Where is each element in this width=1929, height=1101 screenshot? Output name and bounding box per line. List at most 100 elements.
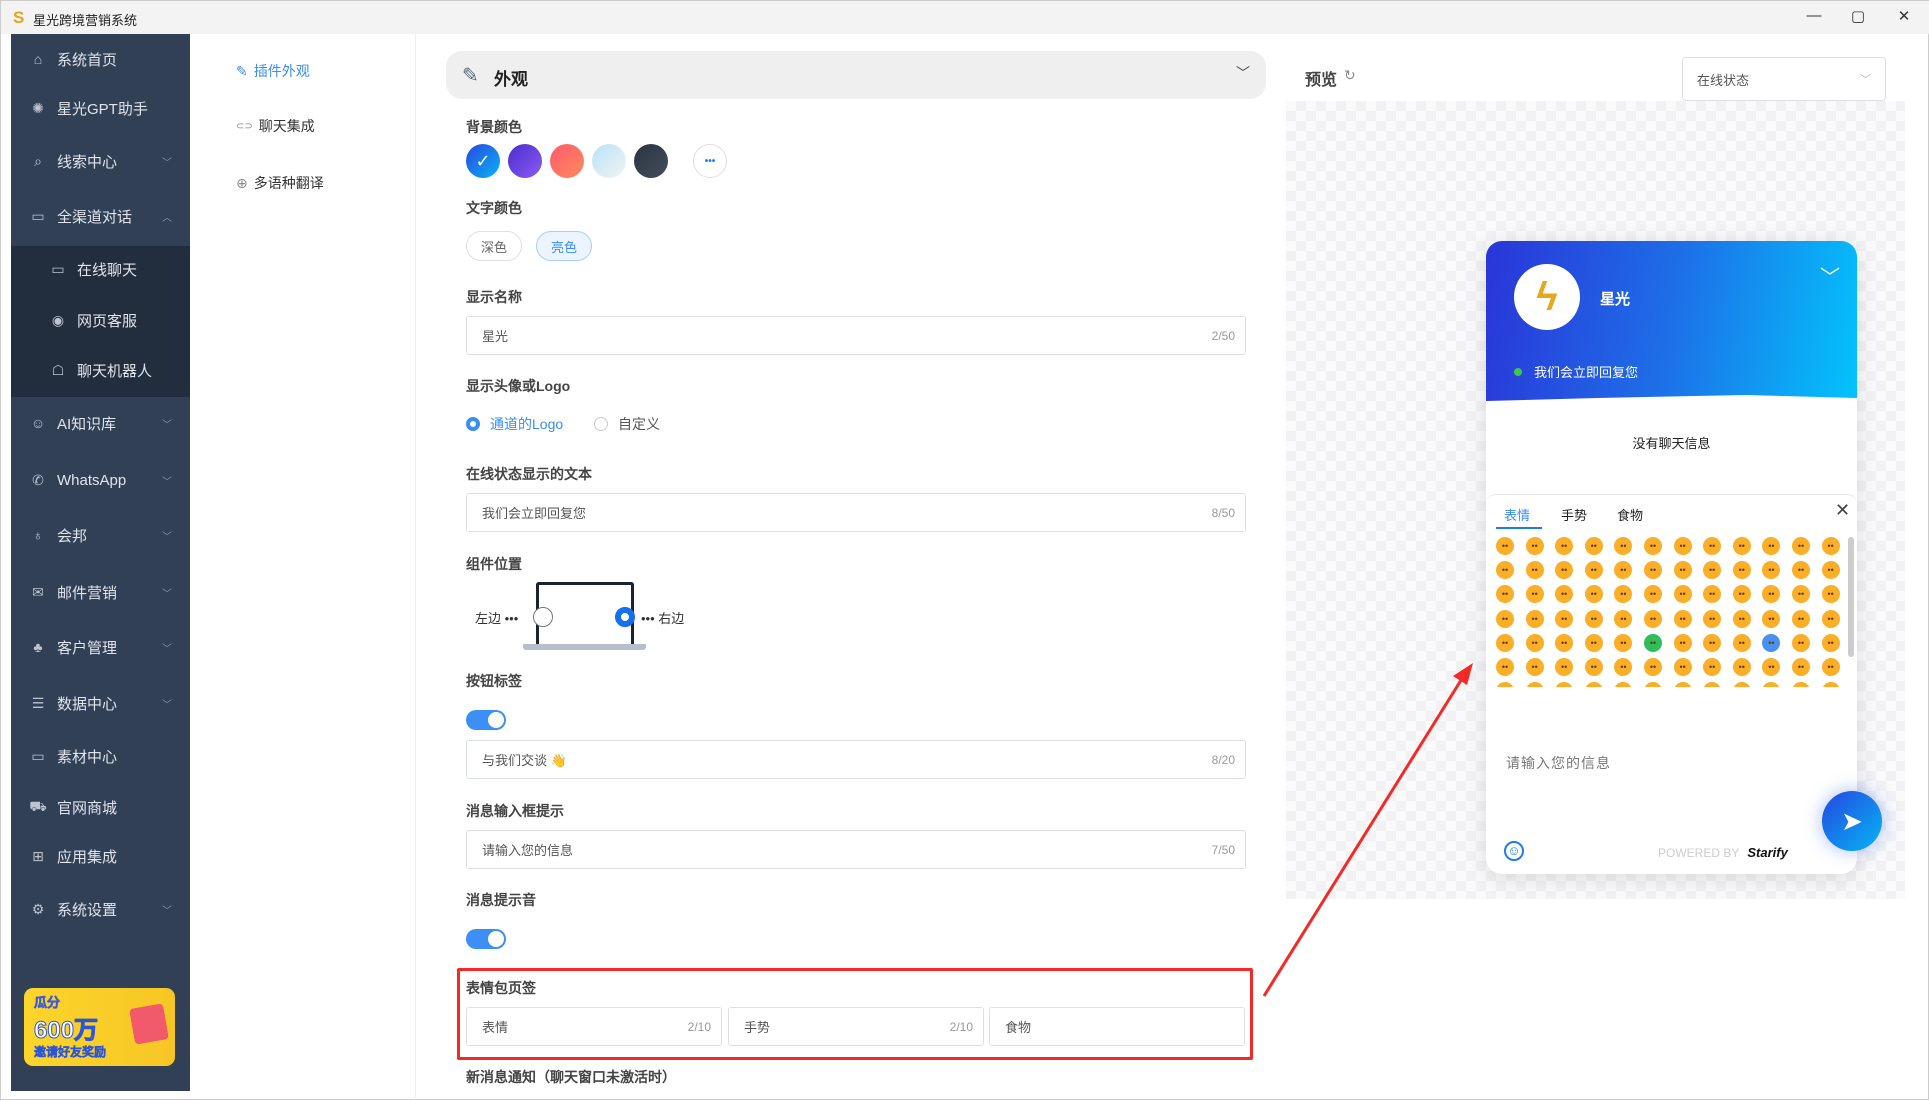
emoji-icon[interactable]: •• (1732, 658, 1751, 676)
emoji-icon[interactable]: •• (1673, 537, 1692, 555)
chevron-down-icon[interactable]: ﹀ (1820, 261, 1840, 290)
emoji-icon[interactable]: •• (1762, 633, 1781, 652)
emoji-icon[interactable]: •• (1555, 537, 1574, 555)
emoji-icon[interactable]: •• (1614, 561, 1633, 580)
emoji-icon[interactable]: •• (1644, 585, 1662, 604)
emoji-icon[interactable]: •• (1703, 609, 1722, 628)
emoji-icon[interactable]: •• (1792, 609, 1810, 628)
emoji-icon[interactable]: •• (1496, 682, 1514, 687)
powered-by-text: POWERED BY (1658, 845, 1740, 860)
emoji-icon[interactable]: •• (1496, 609, 1514, 628)
emoji-icon[interactable]: •• (1525, 609, 1544, 628)
emoji-grid: •• •• •• •• •• •• •• •• •• •• •• •• •• •• •• •• •• •• •• ••… (1496, 537, 1841, 687)
emoji-icon[interactable]: •• (1555, 658, 1574, 676)
emoji-icon[interactable]: •• (1703, 682, 1722, 687)
emoji-icon[interactable]: •• (1673, 585, 1692, 604)
emoji-icon[interactable]: •• (1555, 682, 1574, 687)
emoji-icon[interactable]: •• (1792, 658, 1810, 676)
emoji-icon[interactable]: •• (1525, 561, 1544, 580)
emoji-icon[interactable]: •• (1703, 561, 1722, 580)
emoji-icon[interactable]: •• (1762, 585, 1781, 604)
emoji-icon[interactable]: •• (1644, 633, 1662, 652)
emoji-icon[interactable]: •• (1821, 682, 1840, 687)
emoji-icon[interactable]: •• (1496, 658, 1514, 676)
emoji-icon[interactable]: •• (1644, 561, 1662, 580)
emoji-icon[interactable]: •• (1555, 585, 1574, 604)
emoji-icon[interactable]: •• (1792, 633, 1810, 652)
emoji-icon[interactable]: •• (1703, 633, 1722, 652)
emoji-icon[interactable]: •• (1584, 609, 1603, 628)
emoji-icon[interactable]: •• (1614, 537, 1633, 555)
emoji-icon[interactable]: •• (1496, 633, 1514, 652)
emoji-icon[interactable]: •• (1644, 609, 1662, 628)
emoji-icon[interactable]: •• (1584, 682, 1603, 687)
scrollbar[interactable] (1848, 537, 1854, 657)
emoji-icon[interactable]: •• (1762, 537, 1781, 555)
emoji-icon[interactable]: •• (1644, 537, 1662, 555)
emoji-icon[interactable]: •• (1555, 633, 1574, 652)
emoji-icon[interactable]: •• (1614, 682, 1633, 687)
emoji-icon[interactable]: •• (1792, 682, 1810, 687)
emoji-icon[interactable]: ☺ (1504, 841, 1524, 861)
emoji-icon[interactable]: •• (1821, 561, 1840, 580)
message-input[interactable]: 请输入您的信息 (1506, 753, 1611, 773)
emoji-icon[interactable]: •• (1821, 609, 1840, 628)
emoji-icon[interactable]: •• (1792, 585, 1810, 604)
emoji-icon[interactable]: •• (1584, 658, 1603, 676)
emoji-icon[interactable]: •• (1792, 561, 1810, 580)
emoji-icon[interactable]: •• (1762, 561, 1781, 580)
emoji-icon[interactable]: •• (1762, 658, 1781, 676)
emoji-tab-food[interactable]: 食物 (1617, 505, 1643, 524)
emoji-icon[interactable]: •• (1584, 561, 1603, 580)
emoji-icon[interactable]: •• (1762, 609, 1781, 628)
chat-widget-preview: ϟ 星光 ﹀ 我们会立即回复您 没有聊天信息 表情 手势 食物 ✕ •• •• ••… (1486, 241, 1857, 874)
widget-name: 星光 (1600, 291, 1631, 308)
emoji-icon[interactable]: •• (1821, 537, 1840, 555)
emoji-tab-gestures[interactable]: 手势 (1561, 505, 1587, 524)
emoji-icon[interactable]: •• (1525, 682, 1544, 687)
send-button[interactable]: ➤ (1822, 791, 1882, 851)
emoji-icon[interactable]: •• (1555, 609, 1574, 628)
emoji-icon[interactable]: •• (1732, 585, 1751, 604)
emoji-icon[interactable]: •• (1555, 561, 1574, 580)
emoji-icon[interactable]: •• (1614, 633, 1633, 652)
widget-status: 我们会立即回复您 (1514, 362, 1638, 381)
emoji-icon[interactable]: •• (1703, 585, 1722, 604)
emoji-icon[interactable]: •• (1673, 682, 1692, 687)
emoji-icon[interactable]: •• (1525, 585, 1544, 604)
emoji-icon[interactable]: •• (1792, 537, 1810, 555)
emoji-icon[interactable]: •• (1732, 682, 1751, 687)
emoji-icon[interactable]: •• (1673, 609, 1692, 628)
emoji-icon[interactable]: •• (1732, 537, 1751, 555)
emoji-icon[interactable]: •• (1584, 585, 1603, 604)
emoji-icon[interactable]: •• (1732, 609, 1751, 628)
online-dot (1514, 367, 1522, 376)
emoji-panel: 表情 手势 食物 ✕ •• •• •• •• •• •• •• •• •• •• •• •• •• •• •… (1486, 494, 1857, 687)
emoji-icon[interactable]: •• (1821, 585, 1840, 604)
emoji-icon[interactable]: •• (1673, 561, 1692, 580)
emoji-icon[interactable]: •• (1821, 633, 1840, 652)
emoji-icon[interactable]: •• (1821, 658, 1840, 676)
emoji-tab-faces[interactable]: 表情 (1504, 505, 1530, 524)
close-icon[interactable]: ✕ (1835, 500, 1850, 521)
emoji-icon[interactable]: •• (1496, 561, 1514, 580)
emoji-icon[interactable]: •• (1584, 633, 1603, 652)
emoji-icon[interactable]: •• (1762, 682, 1781, 687)
emoji-icon[interactable]: •• (1525, 658, 1544, 676)
emoji-icon[interactable]: •• (1496, 585, 1514, 604)
emoji-icon[interactable]: •• (1703, 658, 1722, 676)
emoji-icon[interactable]: •• (1614, 658, 1633, 676)
emoji-icon[interactable]: •• (1673, 633, 1692, 652)
emoji-icon[interactable]: •• (1614, 609, 1633, 628)
emoji-icon[interactable]: •• (1673, 658, 1692, 676)
emoji-icon[interactable]: •• (1614, 585, 1633, 604)
emoji-icon[interactable]: •• (1496, 537, 1514, 555)
emoji-icon[interactable]: •• (1732, 633, 1751, 652)
emoji-icon[interactable]: •• (1644, 658, 1662, 676)
emoji-icon[interactable]: •• (1584, 537, 1603, 555)
emoji-icon[interactable]: •• (1732, 561, 1751, 580)
emoji-icon[interactable]: •• (1703, 537, 1722, 555)
emoji-icon[interactable]: •• (1644, 682, 1662, 687)
emoji-icon[interactable]: •• (1525, 633, 1544, 652)
emoji-icon[interactable]: •• (1525, 537, 1544, 555)
